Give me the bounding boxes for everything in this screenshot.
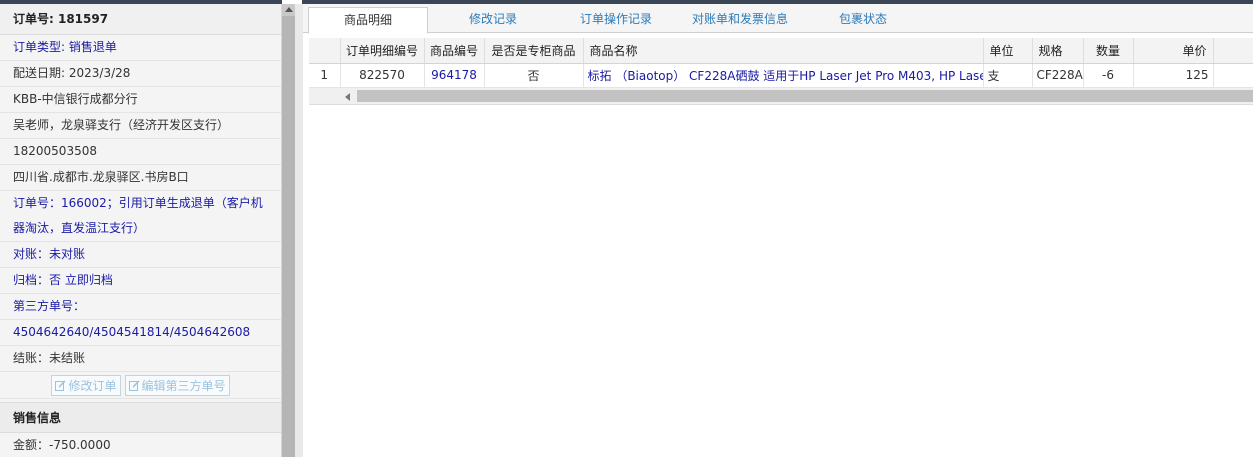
- cell-product-name-link[interactable]: 标拓 （Biaotop） CF228A硒鼓 适用于HP Laser Jet Pr…: [583, 63, 984, 88]
- scrollbar-thumb[interactable]: [282, 16, 295, 457]
- customer-address: 四川省.成都市.龙泉驿区.书房B口: [0, 165, 281, 191]
- customer-phone: 18200503508: [0, 139, 281, 165]
- col-extra: [1213, 38, 1253, 64]
- tab-package-status[interactable]: 包裹状态: [818, 7, 908, 33]
- tab-bar: 商品明细 修改记录 订单操作记录 对账单和发票信息 包裹状态: [303, 4, 1253, 34]
- edit-icon: [55, 379, 67, 391]
- table-row[interactable]: 1 822570 964178 否 标拓 （Biaotop） CF228A硒鼓 …: [309, 63, 1253, 88]
- cell-extra: [1213, 63, 1253, 88]
- col-unit[interactable]: 单位: [983, 38, 1033, 64]
- product-grid: 订单明细编号 商品编号 是否是专柜商品 商品名称 单位 规格 数量 单价 1 8…: [309, 38, 1253, 105]
- order-actions: 修改订单 编辑第三方单号: [0, 372, 281, 399]
- col-product-no[interactable]: 商品编号: [424, 38, 485, 64]
- scroll-up-icon[interactable]: [285, 7, 293, 12]
- customer-company: KBB-中信银行成都分行: [0, 87, 281, 113]
- edit-icon: [128, 379, 140, 391]
- cell-detail-no: 822570: [340, 63, 425, 88]
- tab-statement-invoice[interactable]: 对账单和发票信息: [683, 7, 797, 33]
- edit-order-button[interactable]: 修改订单: [51, 374, 121, 396]
- panel-divider[interactable]: [295, 4, 303, 457]
- col-counter[interactable]: 是否是专柜商品: [484, 38, 584, 64]
- sales-info-title: 销售信息: [0, 402, 281, 433]
- col-price[interactable]: 单价: [1133, 38, 1214, 64]
- archive-status[interactable]: 归档：否 立即归档: [0, 268, 281, 294]
- third-party-label: 第三方单号：: [0, 294, 281, 320]
- detail-panel: 商品明细 修改记录 订单操作记录 对账单和发票信息 包裹状态 订单明细编号 商品…: [303, 4, 1253, 457]
- reconcile-status: 对账：未对账: [0, 242, 281, 268]
- order-type: 订单类型: 销售退单: [0, 35, 281, 61]
- scroll-left-icon[interactable]: [345, 92, 350, 101]
- cell-index: 1: [309, 63, 341, 88]
- col-product-name[interactable]: 商品名称: [583, 38, 984, 64]
- edit-third-party-label: 编辑第三方单号: [141, 378, 226, 393]
- horizontal-scroll-thumb[interactable]: [357, 89, 1253, 102]
- grid-horizontal-scrollbar[interactable]: [309, 87, 1253, 105]
- col-detail-no[interactable]: 订单明细编号: [340, 38, 425, 64]
- order-info-panel: 订单号: 181597 订单类型: 销售退单 配送日期: 2023/3/28 K…: [0, 4, 282, 457]
- delivery-date: 配送日期: 2023/3/28: [0, 61, 281, 87]
- reference-note: 订单号：166002；引用订单生成退单（客户机器淘汰，直发温江支行）: [0, 191, 281, 242]
- cell-qty: -6: [1083, 63, 1134, 88]
- edit-order-label: 修改订单: [68, 378, 117, 393]
- cell-price: 125: [1133, 63, 1214, 88]
- tab-modify-log[interactable]: 修改记录: [443, 7, 543, 33]
- sales-amount: 金额：-750.0000: [0, 433, 281, 457]
- edit-third-party-button[interactable]: 编辑第三方单号: [124, 374, 230, 396]
- order-number-header: 订单号: 181597: [0, 4, 281, 35]
- col-index: [309, 38, 341, 64]
- cell-unit: 支: [983, 63, 1033, 88]
- tab-operation-log[interactable]: 订单操作记录: [561, 7, 671, 33]
- customer-contact: 吴老师，龙泉驿支行（经济开发区支行）: [0, 113, 281, 139]
- cell-spec: CF228A: [1032, 63, 1084, 88]
- col-spec[interactable]: 规格: [1032, 38, 1084, 64]
- grid-header-row: 订单明细编号 商品编号 是否是专柜商品 商品名称 单位 规格 数量 单价: [309, 38, 1253, 64]
- tab-product-detail[interactable]: 商品明细: [308, 7, 428, 34]
- left-panel-scrollbar[interactable]: [282, 4, 295, 457]
- third-party-numbers: 4504642640/4504541814/4504642608: [0, 320, 281, 346]
- cell-product-no-link[interactable]: 964178: [424, 63, 485, 88]
- col-qty[interactable]: 数量: [1083, 38, 1134, 64]
- settle-status: 结账：未结账: [0, 346, 281, 372]
- cell-counter: 否: [484, 63, 584, 88]
